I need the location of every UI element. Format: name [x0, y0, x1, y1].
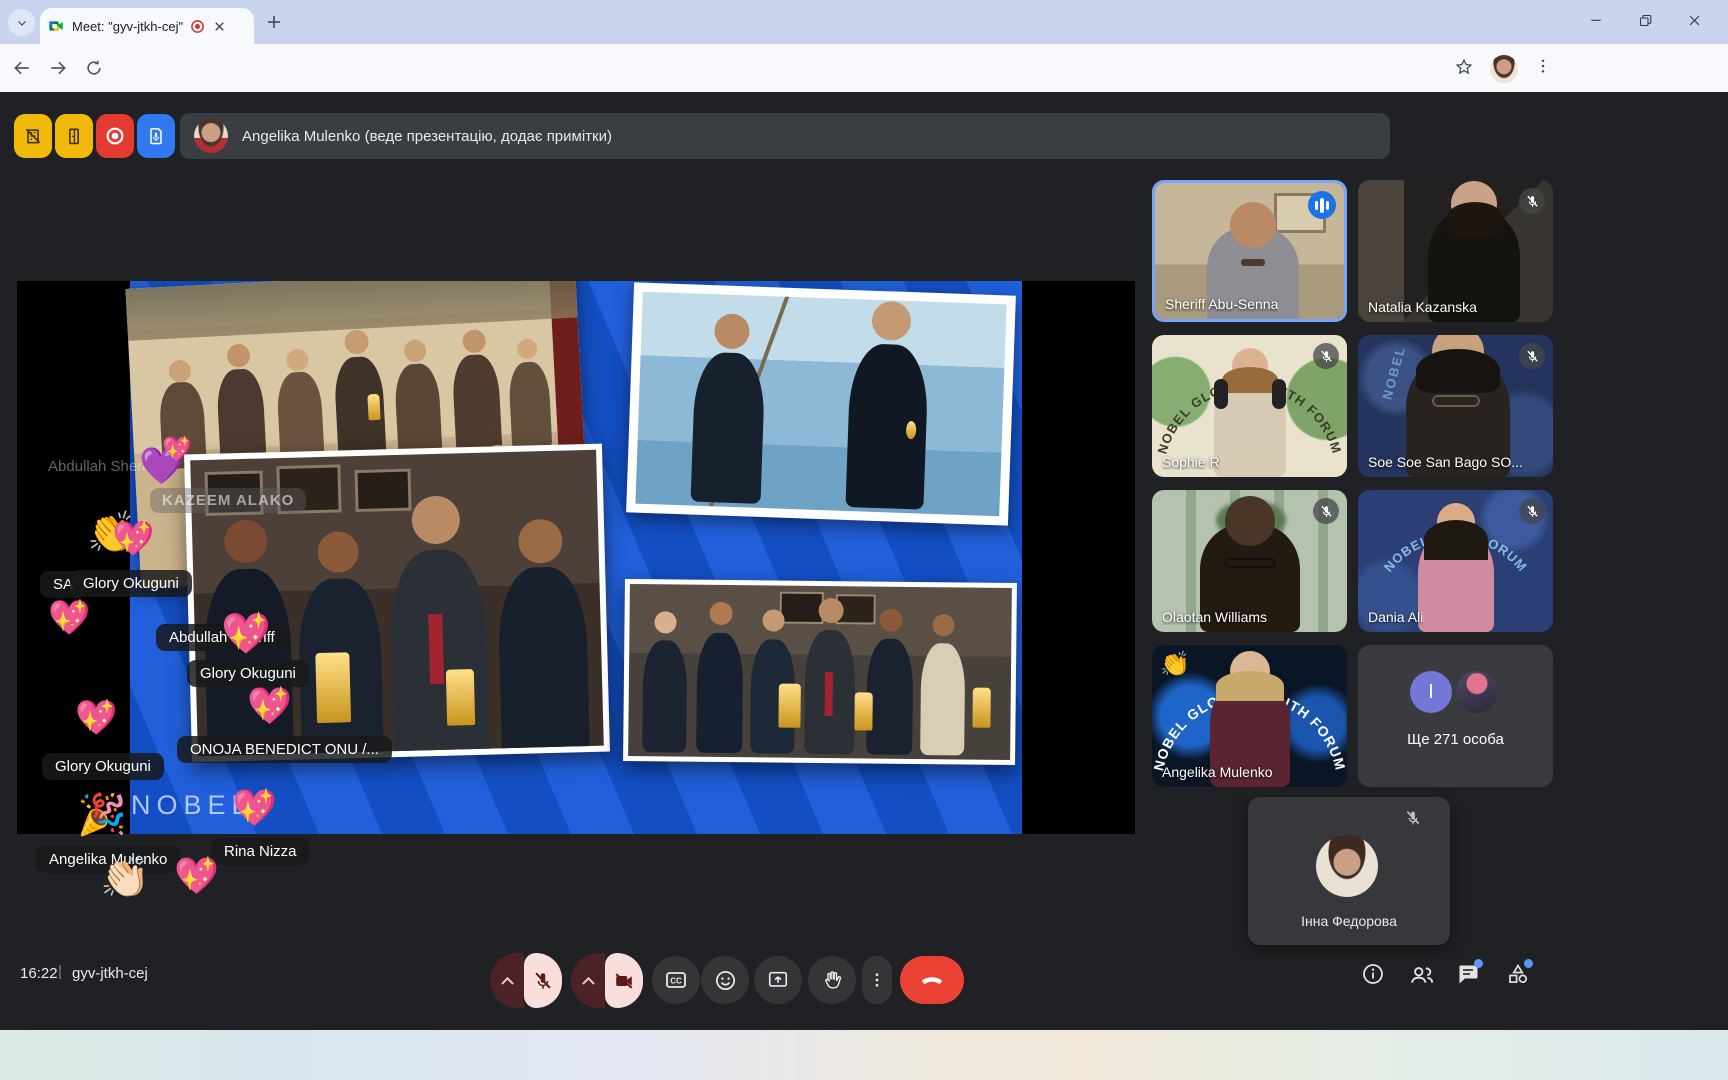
reaction-label: ONOJA BENEDICT ONU /...: [177, 736, 392, 763]
meeting-details-button[interactable]: [1361, 962, 1385, 986]
participant-name: Natalia Kazanska: [1368, 299, 1477, 315]
presenter-banner-text: Angelika Mulenko (веде презентацію, дода…: [242, 127, 612, 145]
reaction-label: Glory Okuguni: [70, 570, 192, 597]
heart-emoji: 💖: [112, 520, 155, 558]
activities-notification-dot: [1524, 959, 1533, 968]
participant-name: Angelika Mulenko: [1162, 764, 1273, 780]
tile-natalia-kazanska[interactable]: Natalia Kazanska: [1358, 180, 1553, 322]
camera-control-group: [571, 953, 643, 1008]
presenter-avatar: [194, 119, 228, 153]
tile-soe-soe-san-bago[interactable]: NOBEL Soe Soe San Bago SO...: [1358, 335, 1553, 477]
mic-control-group: [490, 953, 562, 1008]
meet-favicon: [49, 21, 63, 31]
activities-button[interactable]: [1506, 959, 1533, 986]
present-button[interactable]: [754, 956, 802, 1004]
speaking-indicator-icon: [1308, 191, 1336, 219]
screen: Meet: "gyv-jtkh-cej" Angelika Mulenko (в…: [0, 0, 1728, 1080]
slide-photo-scuba: [626, 282, 1016, 526]
slide-photo-trophy-group-right: [623, 578, 1017, 766]
building-slash-button[interactable]: [14, 114, 52, 158]
chat-notification-dot: [1474, 959, 1483, 968]
clock-time: 16:22: [20, 965, 58, 982]
mic-off-icon: [1519, 498, 1545, 524]
reaction-label: Glory Okuguni: [187, 660, 309, 687]
tile-olaotan-williams[interactable]: Olaotan Williams: [1152, 490, 1347, 632]
new-tab-button[interactable]: [265, 13, 283, 36]
presenter-banner: Angelika Mulenko (веде презентацію, дода…: [180, 113, 1390, 159]
camera-options-chevron[interactable]: [571, 953, 605, 1008]
mic-options-chevron[interactable]: [490, 953, 524, 1008]
heart-emoji: 💖: [75, 699, 118, 737]
tab-search-chevron-button[interactable]: [8, 9, 35, 36]
meet-page: Angelika Mulenko (веде презентацію, дода…: [0, 92, 1728, 1051]
chat-panel-button[interactable]: [1456, 959, 1483, 986]
heart-emoji: 💖: [48, 599, 91, 637]
camera-off-button[interactable]: [605, 953, 643, 1008]
tile-sophie-r[interactable]: NOBEL GLOBAL YOUTH FORUM Sophie R: [1152, 335, 1347, 477]
participant-name: Dania Ali: [1368, 609, 1424, 625]
meeting-code: gyv-jtkh-cej: [72, 965, 148, 982]
tile-more-people[interactable]: I Ще 271 особа: [1358, 645, 1553, 787]
tab-close-icon[interactable]: [212, 19, 227, 34]
mic-off-icon: [1404, 809, 1422, 832]
participant-name: Інна Федорова: [1301, 913, 1397, 929]
overflow-avatar-initial: I: [1410, 671, 1452, 713]
back-icon[interactable]: [12, 58, 32, 83]
avatar: [1316, 835, 1378, 897]
more-options-button[interactable]: [862, 956, 892, 1004]
participant-name: Sophie R: [1162, 454, 1220, 470]
door-button[interactable]: [55, 114, 93, 158]
reaction-label: Rina Nizza: [211, 838, 310, 865]
people-panel-button[interactable]: [1409, 962, 1435, 988]
bookmark-star-icon[interactable]: [1454, 57, 1474, 82]
faded-label: Abdullah Sheriff: [48, 458, 154, 475]
tile-dania-ali[interactable]: NOBEL GYLE FORUM Dania Ali: [1358, 490, 1553, 632]
profile-avatar[interactable]: [1490, 55, 1518, 83]
tile-inna-fedorova[interactable]: Інна Федорова: [1248, 797, 1450, 945]
browser-toolbar: meet.google.com/gyv-jtkh-cej?authuser=0&…: [0, 44, 1728, 129]
mic-off-icon: [1313, 498, 1339, 524]
window-restore-button[interactable]: [1622, 0, 1668, 40]
mic-off-button[interactable]: [524, 953, 562, 1008]
party-popper-emoji: 🎉: [77, 793, 127, 837]
more-people-label: Ще 271 особа: [1407, 731, 1504, 748]
browser-tab[interactable]: Meet: "gyv-jtkh-cej": [40, 8, 254, 44]
record-button[interactable]: [96, 114, 134, 158]
clap-emoji: 👏🏻: [100, 856, 150, 900]
tile-reaction-clap-emoji: 👏: [1160, 651, 1190, 678]
windows-taskbar: Пошук 6°C: [0, 1030, 1728, 1080]
reaction-label: Glory Okuguni: [42, 753, 164, 780]
heart-emoji: 💖: [247, 685, 292, 726]
end-call-button[interactable]: [900, 956, 964, 1004]
mic-off-icon: [1519, 343, 1545, 369]
tab-title: Meet: "gyv-jtkh-cej": [72, 18, 184, 34]
heart-emoji: 💖: [232, 787, 277, 828]
browser-tab-strip: Meet: "gyv-jtkh-cej": [0, 0, 1728, 44]
reload-icon[interactable]: [84, 58, 104, 83]
window-minimize-button[interactable]: [1573, 0, 1619, 40]
participant-name: Olaotan Williams: [1162, 609, 1268, 625]
faded-label: KAZEEM ALAKO: [150, 488, 307, 513]
reactions-button[interactable]: [701, 956, 749, 1004]
captions-button[interactable]: CC: [652, 956, 700, 1004]
transcript-button[interactable]: [137, 114, 175, 158]
participant-name: Soe Soe San Bago SO...: [1368, 454, 1523, 470]
raise-hand-button[interactable]: [808, 956, 856, 1004]
overflow-avatar-photo: [1456, 671, 1498, 713]
mic-off-icon: [1313, 343, 1339, 369]
tile-angelika-mulenko[interactable]: NOBEL GLOBAL YOUTH FORUM 👏 Angelika Mule…: [1152, 645, 1347, 787]
participant-name: Sheriff Abu-Senna: [1165, 296, 1279, 312]
forward-icon[interactable]: [48, 58, 68, 83]
heart-emoji: 💖: [221, 612, 271, 656]
heart-emoji: 💖: [174, 855, 219, 896]
tab-recording-icon: [191, 19, 204, 33]
heart-emoji: 💖: [162, 436, 192, 463]
browser-menu-kebab-icon[interactable]: [1534, 57, 1552, 80]
tile-sheriff-abu-senna[interactable]: Sheriff Abu-Senna: [1152, 180, 1347, 322]
window-close-button[interactable]: [1671, 0, 1717, 40]
svg-text:CC: CC: [670, 977, 682, 986]
mic-off-icon: [1519, 188, 1545, 214]
